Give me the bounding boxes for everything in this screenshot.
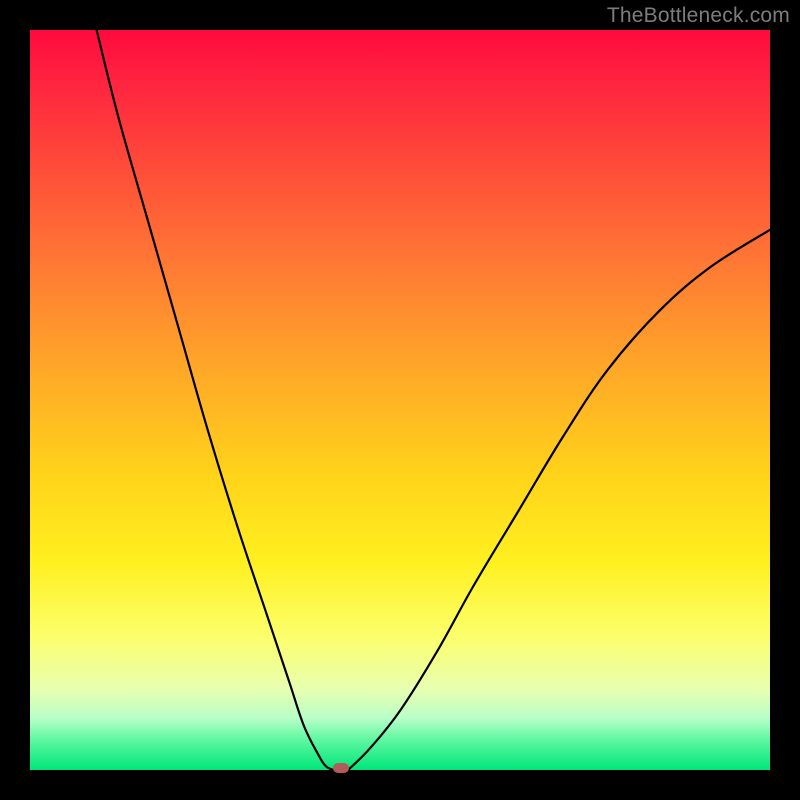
bottleneck-curve — [30, 30, 770, 770]
chart-frame: TheBottleneck.com — [0, 0, 800, 800]
curve-left — [97, 30, 349, 770]
optimal-marker — [333, 763, 349, 773]
watermark-text: TheBottleneck.com — [607, 4, 790, 28]
curve-right — [348, 230, 770, 770]
plot-area — [30, 30, 770, 770]
